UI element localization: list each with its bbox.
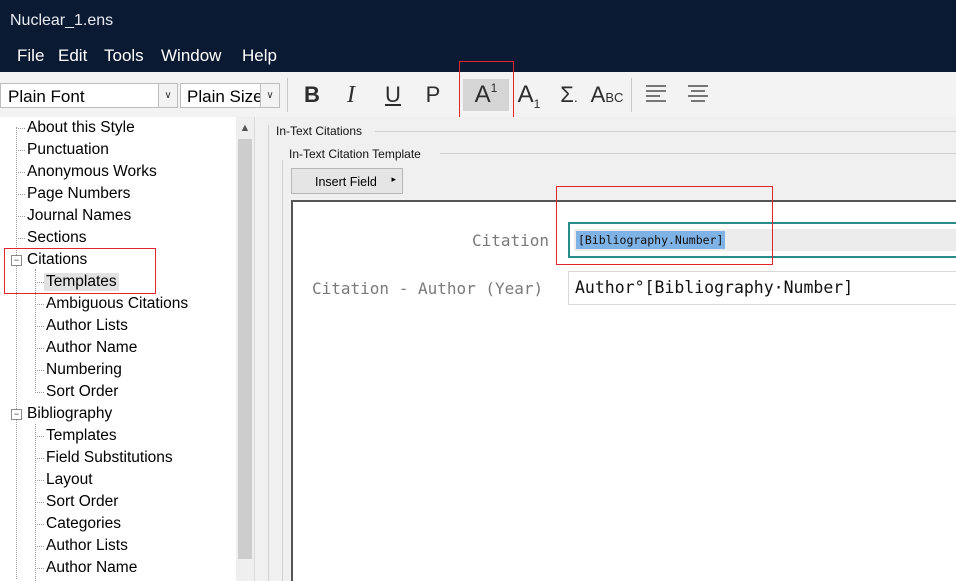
- highlight-box-superscript: [459, 61, 514, 120]
- tree-item-citations-sort-order[interactable]: Sort Order: [46, 383, 118, 401]
- insert-field-label: Insert Field: [315, 175, 377, 189]
- window-title: Nuclear_1.ens: [10, 12, 114, 29]
- align-left-icon[interactable]: [646, 85, 666, 103]
- small-caps-button[interactable]: ABC: [590, 79, 624, 111]
- tree-item-sections[interactable]: Sections: [27, 229, 86, 247]
- size-select-value: Plain Size: [187, 87, 263, 106]
- highlight-box-citations: [4, 248, 156, 294]
- field-label-citation: Citation: [472, 231, 550, 250]
- toolbar-separator: [287, 78, 288, 112]
- group-in-text-citations: In-Text Citations: [276, 124, 363, 138]
- tree-item-bibliography-sort-order[interactable]: Sort Order: [46, 493, 118, 511]
- tree-item-bibliography-author-lists[interactable]: Author Lists: [46, 537, 128, 555]
- scroll-up-icon[interactable]: ▲: [236, 119, 254, 137]
- tree-item-layout[interactable]: Layout: [46, 471, 93, 489]
- citation-author-year-field[interactable]: Author°[Bibliography·Number]: [568, 271, 956, 305]
- tree-item-bibliography-templates[interactable]: Templates: [46, 427, 117, 445]
- menu-help[interactable]: Help: [242, 46, 277, 66]
- tree-item-journal-names[interactable]: Journal Names: [27, 207, 131, 225]
- tree-item-punctuation[interactable]: Punctuation: [27, 141, 109, 159]
- tree-item-field-substitutions[interactable]: Field Substitutions: [46, 449, 173, 467]
- tree-item-numbering[interactable]: Numbering: [46, 361, 122, 379]
- subscript-icon-base: A: [517, 81, 534, 108]
- size-select[interactable]: Plain Size ∨: [180, 83, 280, 108]
- subscript-button[interactable]: A1: [514, 79, 544, 111]
- underline-button[interactable]: U: [380, 79, 406, 111]
- citation-author-year-value: Author°[Bibliography·Number]: [575, 278, 854, 297]
- menu-file[interactable]: File: [17, 46, 44, 66]
- tree-item-bibliography-author-name[interactable]: Author Name: [46, 559, 137, 577]
- tree-item-ambiguous-citations[interactable]: Ambiguous Citations: [46, 295, 188, 313]
- chevron-down-icon[interactable]: ∨: [158, 84, 177, 107]
- tree-item-citations-author-name[interactable]: Author Name: [46, 339, 137, 357]
- chevron-down-icon[interactable]: ∨: [260, 84, 279, 107]
- tree-item-bibliography[interactable]: Bibliography: [27, 405, 112, 423]
- sigma-icon: Σ: [560, 82, 574, 107]
- menu-tools[interactable]: Tools: [104, 46, 144, 66]
- chevron-right-icon: ▸: [391, 174, 396, 184]
- small-caps-icon-big: A: [590, 82, 606, 107]
- bold-button[interactable]: B: [298, 79, 326, 111]
- font-select-value: Plain Font: [8, 87, 85, 106]
- toolbar-separator: [631, 78, 632, 112]
- italic-button[interactable]: I: [338, 79, 364, 111]
- highlight-box-citation-field: [556, 186, 773, 265]
- tree-item-page-numbers[interactable]: Page Numbers: [27, 185, 130, 203]
- collapse-icon[interactable]: −: [11, 409, 22, 420]
- menu-window[interactable]: Window: [161, 46, 221, 66]
- style-tree[interactable]: − − About this Style Punctuation Anonymo…: [0, 117, 236, 581]
- align-center-icon[interactable]: [688, 85, 708, 103]
- field-label-citation-author-year: Citation - Author (Year): [312, 279, 544, 298]
- tree-item-anonymous-works[interactable]: Anonymous Works: [27, 163, 157, 181]
- insert-field-button[interactable]: Insert Field ▸: [291, 168, 403, 194]
- tree-item-citations-author-lists[interactable]: Author Lists: [46, 317, 128, 335]
- menu-edit[interactable]: Edit: [58, 46, 87, 66]
- tree-item-about-this-style[interactable]: About this Style: [27, 119, 135, 137]
- group-in-text-citation-template: In-Text Citation Template: [289, 147, 421, 161]
- font-select[interactable]: Plain Font ∨: [0, 83, 178, 108]
- symbol-button[interactable]: Σ.: [554, 79, 584, 111]
- small-caps-icon-small: BC: [605, 90, 624, 105]
- tree-scrollbar[interactable]: ▲: [236, 117, 254, 581]
- plain-button[interactable]: P: [420, 79, 446, 111]
- tree-item-categories[interactable]: Categories: [46, 515, 121, 533]
- title-bar: Nuclear_1.ens: [0, 0, 956, 42]
- sigma-dot: .: [573, 89, 578, 105]
- subscript-icon-mark: 1: [533, 97, 541, 111]
- scroll-thumb[interactable]: [238, 139, 252, 559]
